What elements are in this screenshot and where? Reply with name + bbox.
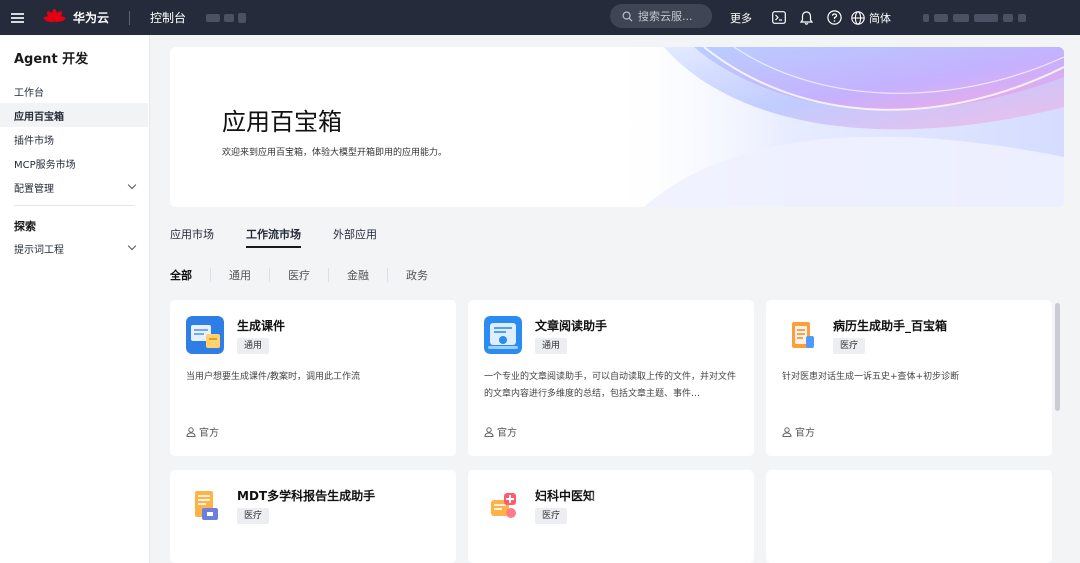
bell-icon[interactable] — [800, 10, 813, 25]
brand-name: 华为云 — [73, 11, 110, 25]
hamburger-menu-icon[interactable] — [0, 0, 34, 35]
filter-divider — [387, 268, 388, 282]
sidebar-item-label: MCP服务市场 — [14, 159, 76, 171]
hero-subtitle: 欢迎来到应用百宝箱，体验大模型开箱即用的应用能力。 — [222, 148, 448, 158]
app-card[interactable]: 生成课件 通用 当用户想要生成课件/教案时，调用此工作流 官方 — [170, 300, 456, 456]
terminal-icon[interactable] — [772, 11, 786, 24]
region-selector[interactable] — [206, 12, 247, 23]
mdt-report-icon — [195, 491, 218, 520]
medical-record-icon — [792, 322, 814, 348]
filter-divider — [210, 268, 211, 282]
card-title: MDT多学科报告生成助手 — [237, 489, 376, 503]
hero-illustration — [604, 47, 1064, 207]
card-footer: 官方 — [782, 424, 815, 439]
sidebar: Agent 开发 工作台 应用百宝箱 插件市场 MCP服务市场 配置管理 探索 … — [0, 35, 150, 563]
filter-general[interactable]: 通用 — [229, 267, 251, 283]
sidebar-item-prompt-engineering[interactable]: 提示词工程 — [0, 236, 149, 260]
card-footer: 官方 — [484, 424, 517, 439]
filter-finance[interactable]: 金融 — [347, 267, 369, 283]
card-title: 病历生成助手_百宝箱 — [833, 319, 948, 333]
card-tag: 通用 — [535, 338, 568, 354]
sidebar-item-label: 插件市场 — [14, 135, 54, 147]
tab-external-apps[interactable]: 外部应用 — [333, 226, 377, 248]
filter-all[interactable]: 全部 — [170, 267, 192, 283]
search-placeholder: 搜索云服... — [638, 10, 693, 23]
hero-title: 应用百宝箱 — [222, 108, 342, 136]
app-card[interactable]: 病历生成助手_百宝箱 医疗 针对医患对话生成一诉五史+查体+初步诊断 官方 — [766, 300, 1052, 456]
hero-banner: 应用百宝箱 欢迎来到应用百宝箱，体验大模型开箱即用的应用能力。 — [170, 47, 1064, 207]
search-icon — [622, 11, 633, 21]
card-tag: 医疗 — [535, 508, 568, 524]
chevron-down-icon — [127, 241, 137, 251]
sidebar-item-label: 配置管理 — [14, 183, 54, 195]
filter-government[interactable]: 政务 — [406, 267, 428, 283]
filter-divider — [269, 268, 270, 282]
card-publisher: 官方 — [795, 428, 815, 439]
app-card[interactable]: 文章阅读助手 通用 一个专业的文章阅读助手，可以自动读取上传的文件，并对文件的文… — [468, 300, 754, 456]
sidebar-item-label: 应用百宝箱 — [14, 111, 64, 123]
sidebar-item-workbench[interactable]: 工作台 — [0, 79, 149, 103]
sidebar-item-mcp-market[interactable]: MCP服务市场 — [0, 151, 149, 175]
filter-medical[interactable]: 医疗 — [288, 267, 310, 283]
card-footer: 官方 — [186, 424, 219, 439]
app-card[interactable]: 妇科中医知 医疗 — [468, 470, 754, 563]
scrollbar[interactable] — [1055, 303, 1060, 411]
app-card[interactable]: MDT多学科报告生成助手 医疗 — [170, 470, 456, 563]
globe-icon[interactable] — [851, 10, 865, 25]
more-menu[interactable]: 更多 — [730, 10, 752, 26]
loading-glow — [588, 480, 648, 530]
search-input[interactable]: 搜索云服... — [610, 4, 712, 28]
user-icon — [484, 426, 494, 437]
top-navbar: 华为云 控制台 搜索云服... 更多 简体 — [0, 0, 1080, 35]
sidebar-item-label: 工作台 — [14, 87, 44, 99]
card-tag: 医疗 — [237, 508, 270, 524]
user-account-menu[interactable] — [923, 13, 1026, 22]
courseware-icon — [186, 316, 224, 354]
huawei-logo[interactable]: 华为云 — [43, 0, 109, 35]
card-tag: 医疗 — [833, 338, 866, 354]
tab-app-market[interactable]: 应用市场 — [170, 226, 214, 248]
card-tag: 通用 — [237, 338, 270, 354]
card-description: 当用户想要生成课件/教案时，调用此工作流 — [186, 372, 361, 382]
card-publisher: 官方 — [199, 428, 219, 439]
user-icon — [186, 426, 196, 437]
sidebar-title: Agent 开发 — [14, 52, 89, 67]
filter-bar: 全部 通用 医疗 金融 政务 — [170, 267, 428, 283]
sidebar-divider — [14, 205, 135, 206]
chevron-down-icon — [127, 180, 137, 190]
sidebar-item-plugin-market[interactable]: 插件市场 — [0, 127, 149, 151]
article-reader-icon — [484, 316, 522, 354]
app-card-placeholder — [766, 470, 1052, 563]
card-description: 针对医患对话生成一诉五史+查体+初步诊断 — [782, 372, 960, 382]
card-title: 文章阅读助手 — [535, 319, 608, 333]
sidebar-item-app-toolbox[interactable]: 应用百宝箱 — [0, 103, 148, 127]
sidebar-item-label: 提示词工程 — [14, 244, 64, 256]
tab-workflow-market[interactable]: 工作流市场 — [246, 226, 301, 248]
category-tabs: 应用市场 工作流市场 外部应用 — [170, 226, 409, 248]
card-title: 妇科中医知 — [535, 489, 596, 503]
huawei-logo-icon — [43, 7, 66, 29]
filter-divider — [328, 268, 329, 282]
gynecology-tcm-icon — [491, 493, 516, 518]
user-icon — [782, 426, 792, 437]
sidebar-item-config-management[interactable]: 配置管理 — [0, 175, 149, 199]
console-link[interactable]: 控制台 — [150, 9, 186, 26]
card-title: 生成课件 — [237, 319, 286, 333]
language-selector[interactable]: 简体 — [869, 10, 891, 26]
help-icon[interactable] — [827, 10, 842, 25]
sidebar-section-explore: 探索 — [14, 220, 36, 233]
topbar-divider — [129, 10, 131, 25]
card-description: 一个专业的文章阅读助手，可以自动读取上传的文件，并对文件的文章内容进行多维度的总… — [484, 372, 737, 399]
card-publisher: 官方 — [497, 428, 517, 439]
